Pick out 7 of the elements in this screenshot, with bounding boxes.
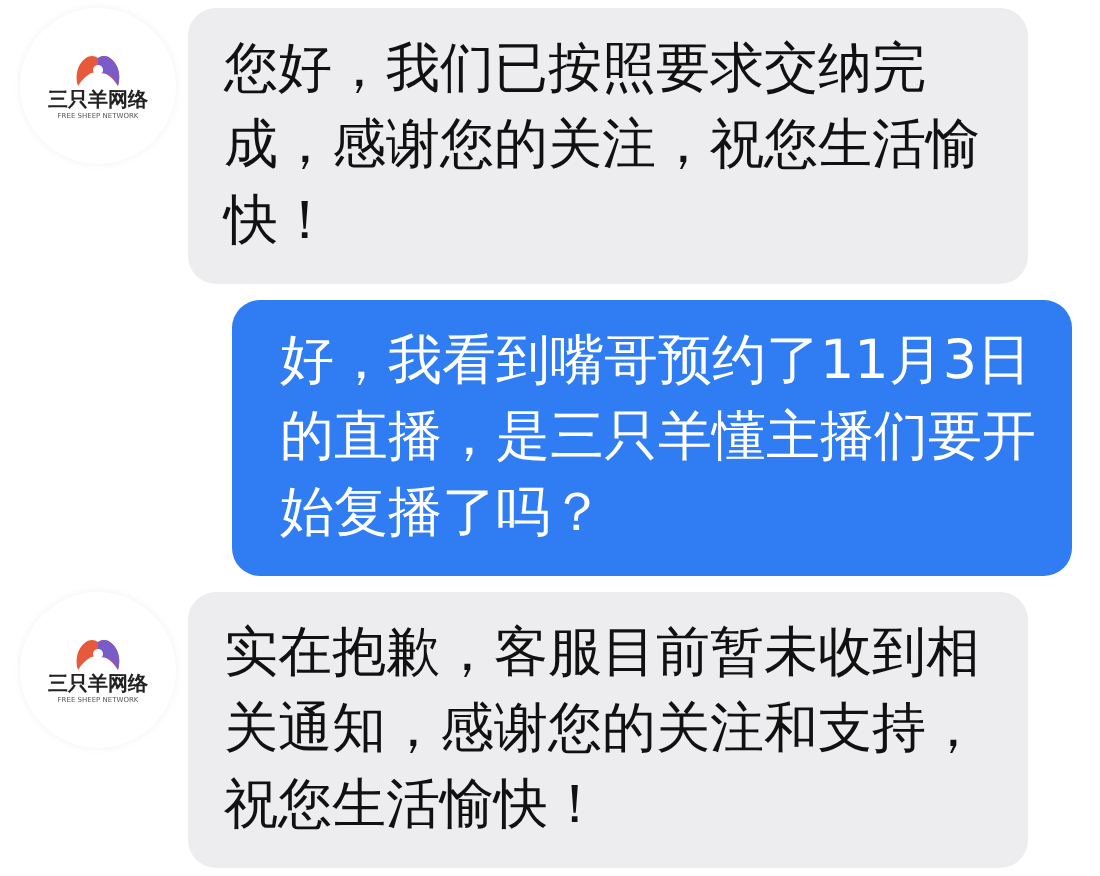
avatar-name: 三只羊网络 <box>48 90 148 113</box>
avatar-name: 三只羊网络 <box>48 674 148 697</box>
message-bubble: 您好，我们已按照要求交纳完成，感谢您的关注，祝您生活愉快！ <box>188 8 1028 284</box>
logo-icon <box>72 50 124 91</box>
message-bubble: 好，我看到嘴哥预约了11月3日的直播，是三只羊懂主播们要开始复播了吗？ <box>232 300 1072 576</box>
logo-icon <box>72 634 124 675</box>
message-bubble: 实在抱歉，客服目前暂未收到相关通知，感谢您的关注和支持，祝您生活愉快！ <box>188 592 1028 868</box>
